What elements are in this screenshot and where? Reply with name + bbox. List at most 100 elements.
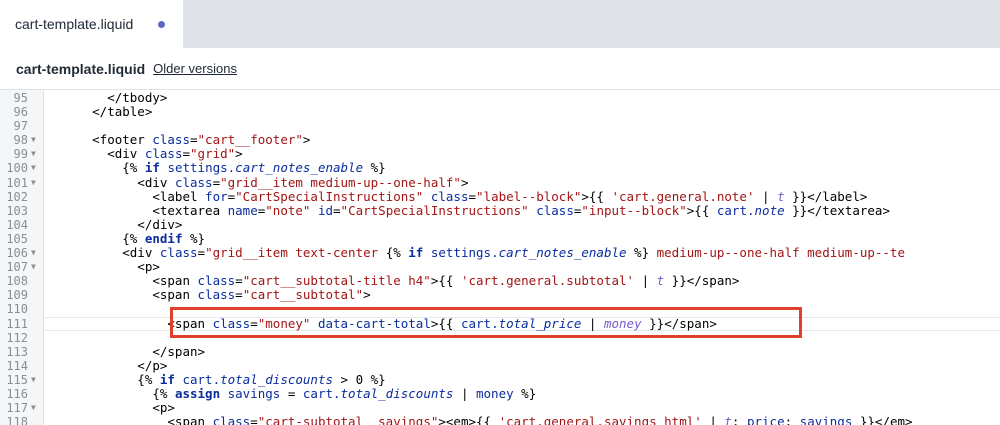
code-text: <div class="grid__item medium-up--one-ha… (47, 174, 468, 190)
code-token: money (476, 385, 514, 401)
code-text: <footer class="cart__footer"> (47, 133, 310, 147)
code-line[interactable]: 118 <span class="cart-subtotal__savings"… (0, 415, 1000, 425)
code-line[interactable]: 111 <span class="money" data-cart-total>… (0, 315, 1000, 331)
code-token: = (190, 132, 198, 148)
code-line[interactable]: 108 <span class="cart__subtotal-title h4… (0, 274, 1000, 289)
code-line[interactable]: 96 </table> (0, 105, 1000, 120)
code-token: >{{ (430, 273, 461, 289)
line-number: 104 (6, 217, 28, 232)
code-line[interactable]: 115 ▼ {% if cart.total_discounts > 0 %} (0, 372, 1000, 387)
code-token: "grid__item text-center (205, 245, 386, 261)
code-line[interactable]: 100 ▼ {% if settings.cart_notes_enable %} (0, 160, 1000, 176)
code-token: }}</label> (784, 188, 868, 204)
code-text: <textarea name="note" id="CartSpecialIns… (47, 202, 890, 218)
fold-arrow-icon[interactable]: ▼ (31, 161, 36, 175)
code-token: | (754, 188, 778, 204)
code-line[interactable]: 116 {% assign savings = cart.total_disco… (0, 385, 1000, 401)
line-number: 105 (6, 231, 28, 246)
code-token: total_price (498, 315, 582, 331)
code-text: {% if cart.total_discounts > 0 %} (47, 372, 385, 387)
tab-cart-template[interactable]: cart-template.liquid (0, 0, 183, 48)
code-token: assign (174, 385, 221, 401)
code-token: class (144, 146, 183, 162)
tab-label: cart-template.liquid (15, 16, 134, 32)
code-line[interactable]: 113 </span> (0, 344, 1000, 359)
code-token: : (731, 414, 747, 425)
code-token: </table> (47, 104, 153, 120)
code-line[interactable]: 112 (0, 331, 1000, 345)
fold-arrow-icon[interactable]: ▼ (31, 147, 36, 161)
code-token: savings (799, 414, 853, 425)
code-line[interactable]: 106 ▼ <div class="grid__item text-center … (0, 245, 1000, 261)
code-text: </span> (47, 344, 205, 359)
code-token: }}</textarea> (784, 202, 890, 218)
code-token: {% (47, 385, 175, 401)
code-line[interactable]: 105 {% endif %} (0, 230, 1000, 246)
code-token: >{{ (686, 202, 717, 218)
code-token: | (581, 315, 604, 331)
code-line[interactable]: 95 </tbody> (0, 90, 1000, 105)
code-token: 'cart.general.note' (611, 188, 755, 204)
code-token: <footer (47, 132, 153, 148)
code-line[interactable]: 97 (0, 119, 1000, 133)
line-number: 118 (6, 415, 28, 425)
fold-arrow-icon[interactable]: ▼ (31, 401, 36, 415)
tab-bar: cart-template.liquid (0, 0, 1000, 48)
code-line[interactable]: 102 <label for = "CartSpecialInstructions"… (0, 188, 1000, 204)
fold-arrow-icon[interactable]: ▼ (31, 373, 36, 387)
code-token: "money" (257, 315, 311, 331)
code-line[interactable]: 101 ▼ <div class="grid__item medium-up--o… (0, 174, 1000, 190)
code-text: {% if settings.cart_notes_enable %} (47, 160, 385, 176)
code-token: <div (47, 174, 175, 190)
code-text: <span class="cart__subtotal-title h4">{{… (47, 274, 739, 288)
code-line[interactable]: 107 ▼ <p> (0, 260, 1000, 275)
code-token: "cart__footer" (197, 132, 303, 148)
code-token: <p> (47, 400, 175, 416)
code-token: endif (144, 230, 183, 246)
code-token: | (453, 385, 476, 401)
code-token: class (212, 414, 251, 425)
code-text: <span class="cart-subtotal__savings"><em… (47, 414, 912, 425)
older-versions-link[interactable]: Older versions (153, 61, 237, 76)
fold-arrow-icon[interactable]: ▼ (31, 133, 36, 147)
code-token: <textarea (47, 202, 228, 218)
fold-arrow-icon[interactable]: ▼ (31, 246, 36, 260)
code-token: > (302, 132, 311, 148)
fold-arrow-icon[interactable]: ▼ (31, 176, 36, 190)
code-editor[interactable]: 95 </tbody> 96 </table> 97 98 ▼ <footer clas… (0, 90, 1000, 425)
code-token: = (250, 414, 258, 425)
unsaved-indicator-dot (158, 21, 165, 28)
line-number: 109 (6, 288, 28, 303)
code-text: {% assign savings = cart.total_discounts… (47, 385, 536, 401)
code-text: <div class="grid__item text-center {% if… (47, 245, 905, 261)
code-token: = (468, 188, 477, 204)
code-line[interactable]: 98 ▼ <footer class="cart__footer"> (0, 133, 1000, 148)
line-number: 103 (6, 203, 28, 218)
code-token: "grid" (190, 146, 236, 162)
code-token: data-cart-total (317, 315, 431, 331)
code-line[interactable]: 114 </p> (0, 358, 1000, 373)
line-number: 114 (6, 358, 28, 373)
code-line[interactable]: 109 <span class="cart__subtotal"> (0, 288, 1000, 303)
code-line[interactable]: 104 </div> (0, 217, 1000, 232)
code-token: "note" (265, 202, 311, 218)
line-number: 116 (6, 386, 28, 401)
code-line[interactable]: 117 ▼ <p> (0, 400, 1000, 416)
line-number: 97 (13, 119, 28, 134)
code-token: 'cart.general.subtotal' (460, 273, 635, 289)
code-token: if (144, 160, 160, 176)
code-token: cart_notes_enable (498, 245, 627, 261)
code-text: <label for = "CartSpecialInstructions" cla… (47, 188, 868, 204)
code-token: = (197, 245, 206, 261)
fold-arrow-icon[interactable]: ▼ (31, 260, 36, 274)
code-line[interactable]: 110 (0, 302, 1000, 316)
code-line[interactable]: 99 ▼ <div class="grid"> (0, 146, 1000, 162)
code-token: | (634, 273, 657, 289)
code-token: <span (47, 414, 213, 425)
code-token: settings. (430, 245, 499, 261)
code-text: </table> (47, 105, 152, 119)
code-line[interactable]: 103 <textarea name="note" id="CartSpecia… (0, 202, 1000, 218)
